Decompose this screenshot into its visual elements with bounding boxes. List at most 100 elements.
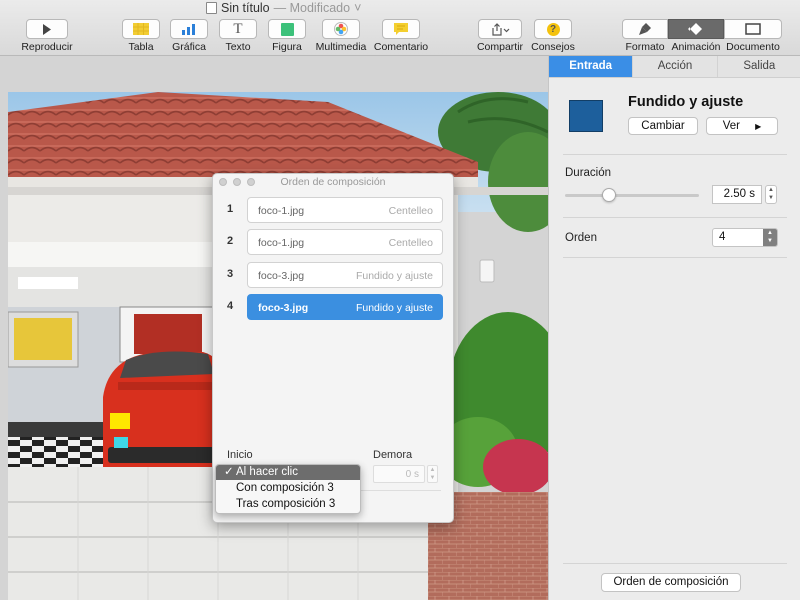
start-option-after-build[interactable]: Tras composición 3	[216, 497, 360, 512]
duration-input[interactable]: 2.50 s	[712, 185, 762, 204]
tab-action[interactable]: Acción	[633, 56, 718, 77]
build-marker-yellow[interactable]	[110, 413, 130, 429]
stepper-up-icon[interactable]: ▲	[766, 186, 776, 194]
document-file-icon	[206, 2, 217, 14]
build-file-name: foco-1.jpg	[258, 237, 305, 249]
shape-label: Figura	[272, 41, 302, 53]
table-icon	[133, 23, 149, 35]
build-order-panel: Orden de composición 1 foco-1.jpg Centel…	[212, 173, 454, 523]
build-order-button[interactable]: Orden de composición	[601, 573, 741, 592]
play-button[interactable]: Reproducir	[18, 19, 76, 53]
build-file-name: foco-3.jpg	[258, 270, 305, 282]
stepper-down-icon[interactable]: ▼	[428, 474, 437, 482]
build-row-4-selected[interactable]: 4 foco-3.jpg Fundido y ajuste	[225, 294, 443, 320]
build-row-1[interactable]: 1 foco-1.jpg Centelleo	[225, 197, 443, 223]
build-effect-name: Fundido y ajuste	[355, 270, 433, 282]
animate-button[interactable]: Animación	[668, 19, 724, 53]
checkmark-icon: ✓	[224, 466, 234, 478]
change-effect-button[interactable]: Cambiar	[628, 117, 698, 135]
tab-build-out[interactable]: Salida	[717, 56, 800, 77]
stepper-up-icon[interactable]: ▲	[428, 466, 437, 474]
share-label: Compartir	[476, 41, 524, 53]
minimize-window-icon[interactable]	[233, 178, 241, 186]
build-row-3[interactable]: 3 foco-3.jpg Fundido y ajuste	[225, 262, 443, 288]
document-button[interactable]: Documento	[724, 19, 782, 53]
start-label: Inicio	[227, 449, 253, 461]
animate-label: Animación	[671, 41, 721, 53]
effect-preview-thumbnail[interactable]	[569, 100, 603, 132]
preview-button[interactable]: Ver ▶	[706, 117, 778, 135]
duration-slider-track[interactable]	[565, 194, 699, 197]
delay-input[interactable]: 0 s	[373, 465, 425, 483]
build-order-panel-title: Orden de composición	[213, 174, 453, 190]
format-button[interactable]: Formato	[622, 19, 668, 53]
order-value: 4	[719, 231, 726, 243]
build-item[interactable]: foco-1.jpg Centelleo	[247, 229, 443, 255]
shape-icon	[280, 22, 294, 36]
build-number: 3	[227, 268, 234, 280]
order-label: Orden	[565, 232, 597, 244]
duration-slider-knob[interactable]	[602, 188, 616, 202]
play-icon	[43, 23, 51, 35]
effect-name: Fundido y ajuste	[628, 94, 744, 110]
comment-icon	[394, 22, 408, 35]
build-effect-name: Fundido y ajuste	[355, 302, 433, 314]
format-brush-icon	[639, 23, 651, 35]
chart-label: Gráfica	[172, 41, 206, 53]
comment-label: Comentario	[373, 41, 429, 53]
text-icon: T	[233, 20, 243, 37]
chart-icon	[182, 24, 195, 35]
tips-icon: ?	[546, 22, 560, 36]
order-select[interactable]: 4 ▲ ▼	[712, 228, 778, 247]
start-option-on-click[interactable]: ✓ Al hacer clic	[216, 465, 360, 480]
document-label: Documento	[726, 41, 780, 53]
play-label: Reproducir	[21, 41, 73, 53]
select-arrows-icon: ▲ ▼	[763, 229, 777, 246]
build-number: 2	[227, 235, 234, 247]
duration-label: Duración	[565, 167, 612, 179]
close-window-icon[interactable]	[219, 178, 227, 186]
build-number: 1	[227, 203, 234, 215]
delay-stepper[interactable]: ▲ ▼	[427, 465, 438, 483]
modified-status: — Modificado	[273, 1, 351, 15]
panel-title-text: Orden de composición	[280, 176, 386, 188]
build-item[interactable]: foco-1.jpg Centelleo	[247, 197, 443, 223]
divider	[563, 563, 787, 564]
preview-label: Ver	[722, 120, 740, 132]
delay-label: Demora	[373, 449, 413, 461]
option-label: Al hacer clic	[236, 466, 298, 478]
option-label: Con composición 3	[236, 482, 334, 494]
divider	[563, 154, 787, 155]
zoom-window-icon[interactable]	[247, 178, 255, 186]
tips-label: Consejos	[531, 41, 575, 53]
chart-button[interactable]: Gráfica	[168, 19, 210, 53]
text-button[interactable]: T Texto	[217, 19, 259, 53]
media-label: Multimedia	[315, 41, 367, 53]
media-button[interactable]: Multimedia	[313, 19, 369, 53]
build-number: 4	[227, 300, 234, 312]
shape-button[interactable]: Figura	[266, 19, 308, 53]
duration-stepper[interactable]: ▲ ▼	[765, 185, 777, 204]
start-option-with-build[interactable]: Con composición 3	[216, 481, 360, 496]
start-dropdown-menu[interactable]: ✓ Al hacer clic Con composición 3 Tras c…	[215, 464, 361, 514]
build-marker-cyan[interactable]	[114, 437, 128, 448]
build-item[interactable]: foco-3.jpg Fundido y ajuste	[247, 294, 443, 320]
build-row-2[interactable]: 2 foco-1.jpg Centelleo	[225, 229, 443, 255]
comment-button[interactable]: Comentario	[372, 19, 430, 53]
animate-diamond-icon	[688, 23, 702, 35]
media-icon	[334, 22, 348, 36]
divider	[563, 217, 787, 218]
title-chevron-icon[interactable]: ˅	[354, 1, 361, 15]
tab-build-in[interactable]: Entrada	[549, 56, 634, 77]
build-item[interactable]: foco-3.jpg Fundido y ajuste	[247, 262, 443, 288]
document-icon	[745, 23, 761, 35]
share-icon	[492, 22, 510, 36]
option-label: Tras composición 3	[236, 498, 336, 510]
text-label: Texto	[225, 41, 251, 53]
stepper-down-icon[interactable]: ▼	[766, 194, 776, 202]
share-button[interactable]: Compartir	[475, 19, 525, 53]
tips-button[interactable]: ? Consejos	[530, 19, 576, 53]
build-file-name: foco-3.jpg	[258, 302, 309, 314]
table-button[interactable]: Tabla	[120, 19, 162, 53]
build-file-name: foco-1.jpg	[258, 205, 305, 217]
